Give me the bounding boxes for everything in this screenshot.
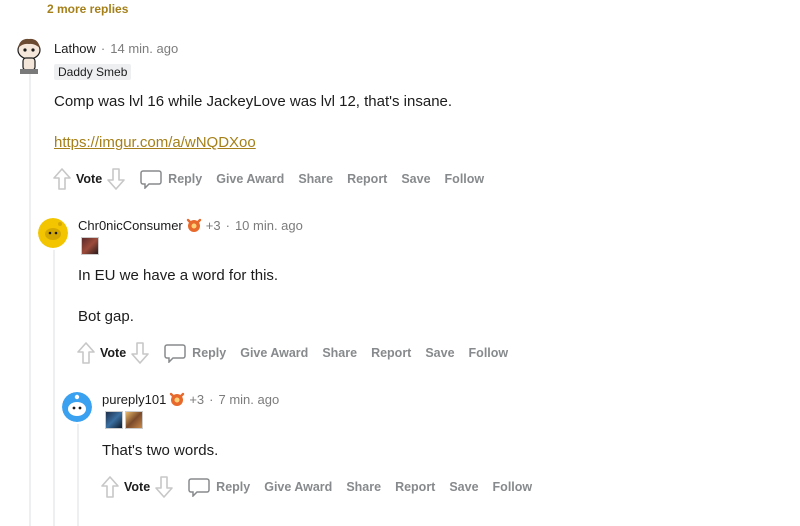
share-button[interactable]: Share [298, 172, 333, 186]
comment-link[interactable]: https://imgur.com/a/wNQDXoo [54, 134, 256, 151]
avatar[interactable] [14, 36, 44, 76]
timestamp[interactable]: 10 min. ago [235, 218, 303, 233]
comment-text: That's two words. [102, 442, 219, 459]
comment-meta: pureply101 +3 · 7 min. ago [102, 390, 279, 408]
award-count: +3 [189, 391, 205, 407]
comment-meta: Chr0nicConsumer +3 · 10 min. ago [78, 216, 303, 234]
thread-line[interactable] [77, 424, 79, 526]
comment-icon [164, 344, 186, 363]
award-icon[interactable] [185, 216, 203, 234]
user-flair: Daddy Smeb [54, 64, 132, 80]
comment-icon [188, 478, 210, 497]
downvote-icon[interactable] [106, 167, 126, 191]
downvote-icon[interactable] [154, 475, 174, 499]
flair-emoji-icon [105, 411, 123, 429]
avatar-snoo-icon [62, 392, 92, 422]
thread-line[interactable] [29, 72, 31, 526]
author-name[interactable]: pureply101 [102, 392, 166, 407]
report-button[interactable]: Report [371, 346, 411, 360]
follow-button[interactable]: Follow [469, 346, 509, 360]
action-bar: Vote Reply Give Award Share Report Save … [76, 341, 522, 365]
action-bar: Vote Reply Give Award Share Report Save … [100, 475, 546, 499]
vote-count: Vote [100, 346, 127, 360]
give-award-button[interactable]: Give Award [264, 480, 332, 494]
reply-label: Reply [192, 346, 227, 360]
comment-meta: Lathow · 14 min. ago [54, 41, 178, 56]
avatar[interactable] [62, 392, 92, 422]
upvote-icon[interactable] [76, 341, 96, 365]
reply-button[interactable]: Reply [164, 343, 226, 363]
author-name[interactable]: Lathow [54, 41, 96, 56]
share-button[interactable]: Share [322, 346, 357, 360]
follow-button[interactable]: Follow [493, 480, 533, 494]
share-button[interactable]: Share [346, 480, 381, 494]
give-award-button[interactable]: Give Award [216, 172, 284, 186]
timestamp[interactable]: 7 min. ago [219, 392, 280, 407]
flair-images [105, 411, 143, 429]
reply-button[interactable]: Reply [140, 169, 202, 189]
author-name[interactable]: Chr0nicConsumer [78, 218, 183, 233]
save-button[interactable]: Save [425, 346, 454, 360]
avatar[interactable] [38, 218, 68, 248]
comment-text: In EU we have a word for this. [78, 267, 279, 284]
thread-line[interactable] [53, 250, 55, 526]
more-replies-link[interactable]: 2 more replies [47, 2, 128, 16]
timestamp[interactable]: 14 min. ago [110, 41, 178, 56]
save-button[interactable]: Save [401, 172, 430, 186]
comment-text: Comp was lvl 16 while JackeyLove was lvl… [54, 93, 453, 110]
reply-label: Reply [168, 172, 203, 186]
flair-emoji-icon [125, 411, 143, 429]
follow-button[interactable]: Follow [445, 172, 485, 186]
report-button[interactable]: Report [395, 480, 435, 494]
flair-emoji-icon [81, 237, 99, 255]
comment-icon [140, 170, 162, 189]
downvote-icon[interactable] [130, 341, 150, 365]
avatar-snoo-icon [38, 218, 68, 248]
comment-text: Bot gap. [78, 308, 134, 325]
award-icon[interactable] [168, 390, 186, 408]
give-award-button[interactable]: Give Award [240, 346, 308, 360]
flair-images [81, 237, 99, 255]
upvote-icon[interactable] [52, 167, 72, 191]
separator: · [100, 41, 106, 56]
upvote-icon[interactable] [100, 475, 120, 499]
vote-count: Vote [76, 172, 103, 186]
action-bar: Vote Reply Give Award Share Report Save … [52, 167, 498, 191]
reply-label: Reply [216, 480, 251, 494]
separator: · [209, 391, 214, 407]
reply-button[interactable]: Reply [188, 477, 250, 497]
avatar-snoo-icon [17, 38, 41, 74]
vote-count: Vote [124, 480, 151, 494]
separator: · [225, 217, 230, 233]
report-button[interactable]: Report [347, 172, 387, 186]
save-button[interactable]: Save [449, 480, 478, 494]
award-count: +3 [205, 217, 221, 233]
